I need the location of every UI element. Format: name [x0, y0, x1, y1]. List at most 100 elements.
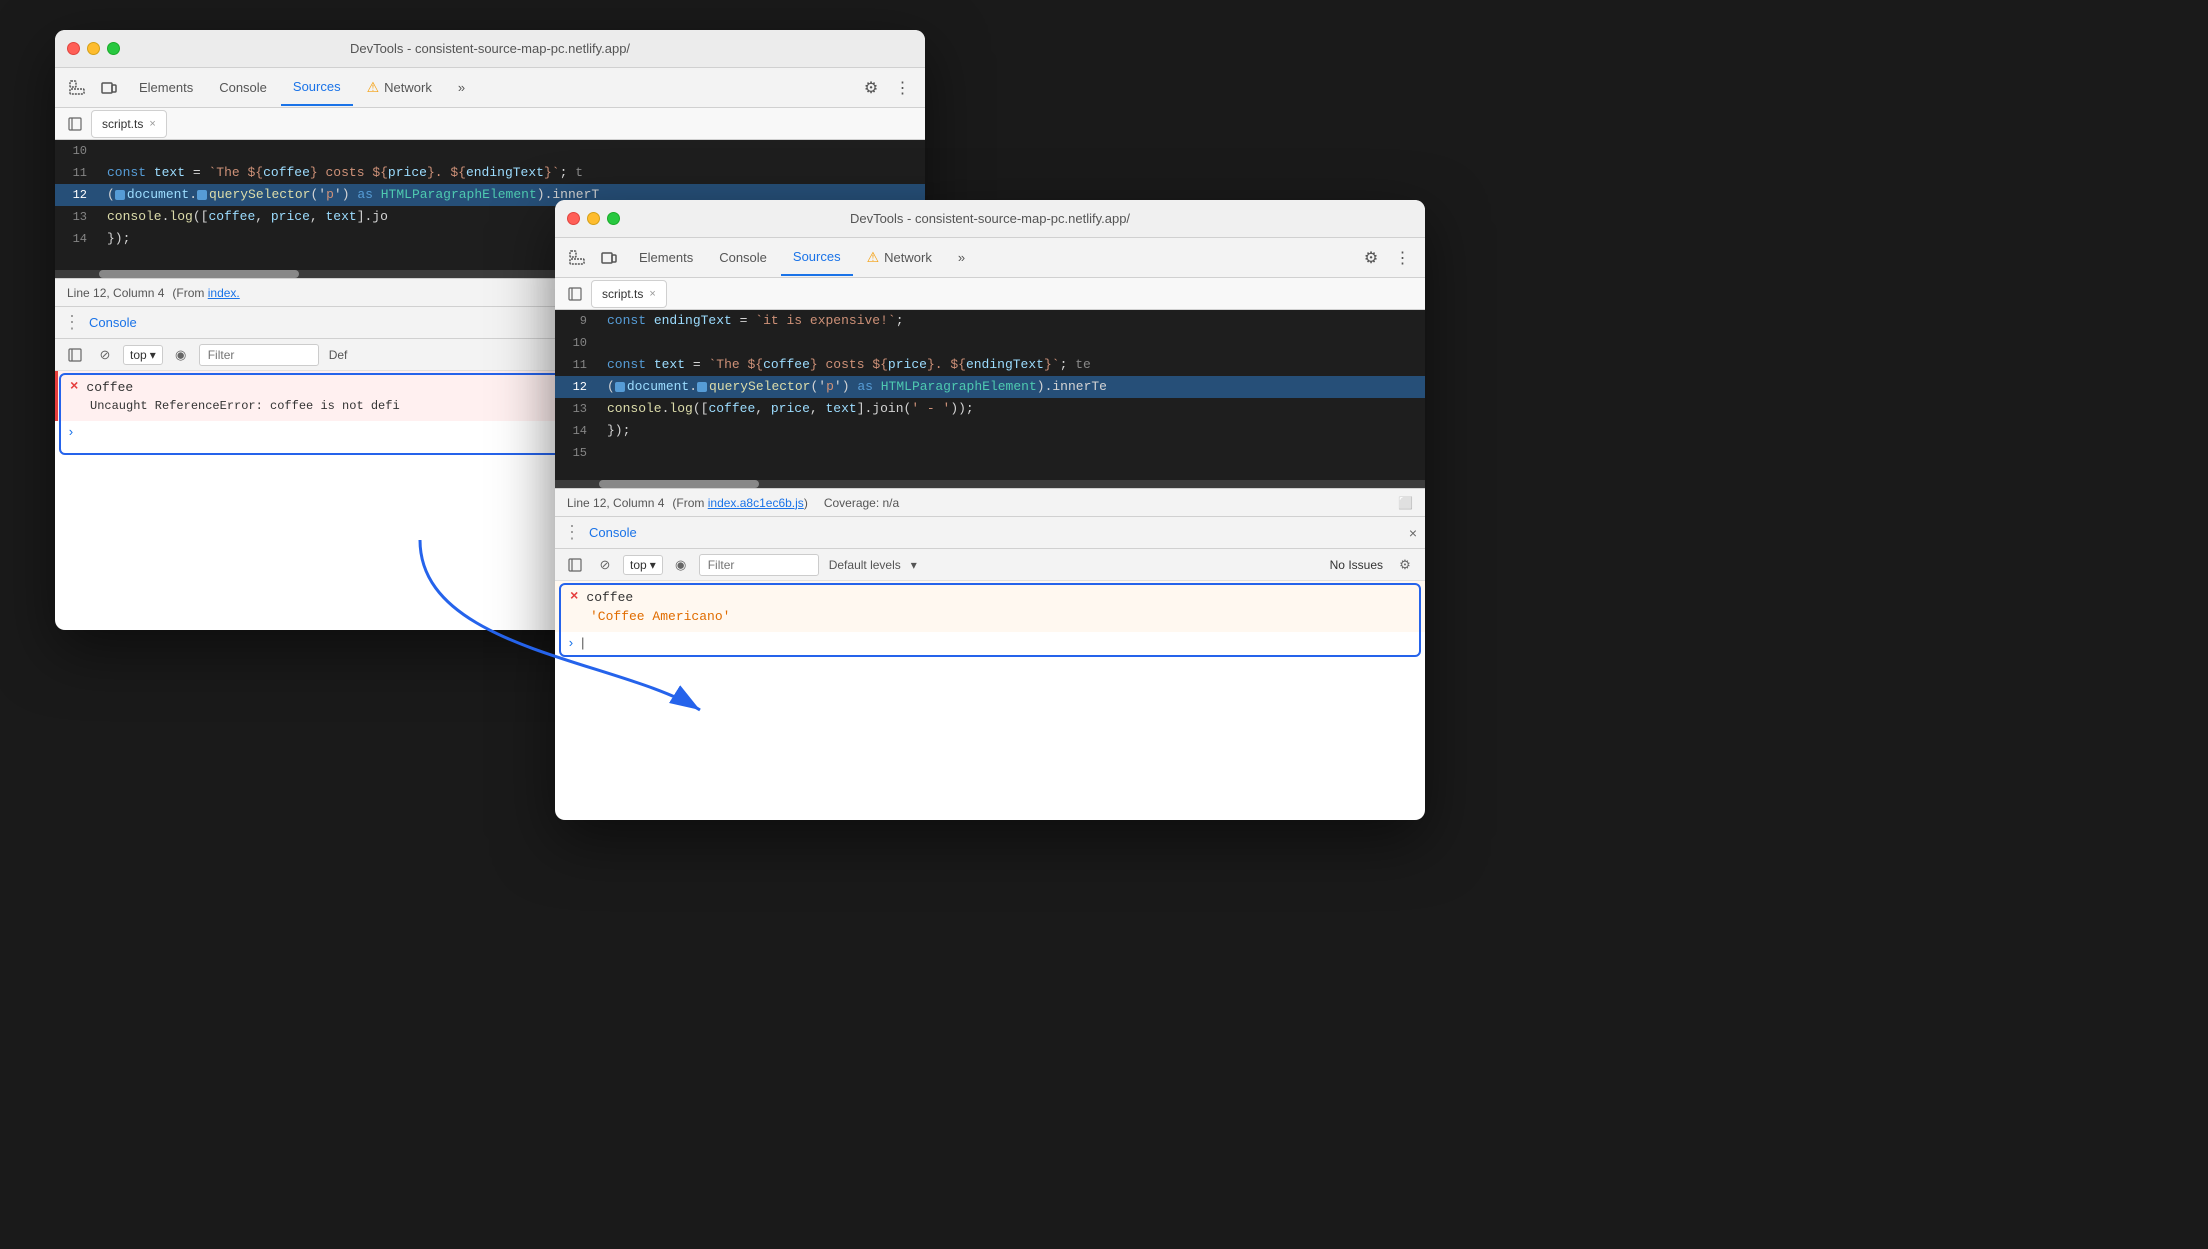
line-num-14-back: 14 — [55, 228, 99, 250]
traffic-light-green-back[interactable] — [107, 42, 120, 55]
code-area-front: 9 const endingText = `it is expensive!`;… — [555, 310, 1425, 480]
settings-icon-front[interactable]: ⚙ — [1357, 244, 1385, 272]
from-text-back: (From index. — [172, 286, 239, 300]
network-warn-icon-front: ⚠ — [867, 249, 880, 266]
code-line-11-back: 11 const text = `The ${coffee} costs ${p… — [55, 162, 925, 184]
inspect-icon-back[interactable] — [63, 74, 91, 102]
error-x-icon-back: × — [70, 379, 78, 395]
tab-console-back[interactable]: Console — [207, 70, 279, 106]
source-link-back[interactable]: index. — [208, 286, 240, 300]
tab-network-back[interactable]: ⚠ Network — [355, 70, 444, 106]
prompt-arrow-front: › — [567, 636, 575, 651]
from-label-front: (From index.a8c1ec6b.js) — [672, 496, 807, 510]
console-clear-icon-front[interactable]: ⊘ — [593, 553, 617, 577]
more-options-icon-back[interactable]: ⋮ — [889, 74, 917, 102]
code-line-9-front: 9 const endingText = `it is expensive!`; — [555, 310, 1425, 332]
tab-elements-back[interactable]: Elements — [127, 70, 205, 106]
success-value-text-front: 'Coffee Americano' — [590, 609, 730, 624]
success-header-front: × coffee — [570, 589, 1413, 605]
file-tab-bar-front: script.ts × — [555, 278, 1425, 310]
devtools-toolbar-back: Elements Console Sources ⚠ Network » ⚙ ⋮ — [55, 68, 925, 108]
source-link-front[interactable]: index.a8c1ec6b.js — [708, 496, 804, 510]
screenshot-icon-front[interactable]: ⬜ — [1398, 496, 1413, 510]
sidebar-expand-icon-back[interactable] — [63, 112, 87, 136]
tab-sources-back[interactable]: Sources — [281, 70, 353, 106]
line-num-12-front: 12 — [555, 376, 599, 398]
scrollbar-thumb-back — [99, 270, 299, 278]
traffic-light-yellow-front[interactable] — [587, 212, 600, 225]
file-tab-close-front[interactable]: × — [649, 288, 655, 300]
console-close-icon-front[interactable]: × — [1409, 525, 1417, 541]
console-eye-icon-front[interactable]: ◉ — [669, 553, 693, 577]
file-tab-name-front: script.ts — [602, 287, 643, 301]
file-tab-close-back[interactable]: × — [149, 118, 155, 130]
code-line-13-front: 13 console.log([coffee, price, text].joi… — [555, 398, 1425, 420]
prompt-cursor-front: | — [579, 636, 587, 651]
console-prompt-front[interactable]: › | — [555, 632, 1425, 655]
line-content-11-back: const text = `The ${coffee} costs ${pric… — [99, 162, 925, 184]
code-line-12-front: 12 (document.querySelector('p') as HTMLP… — [555, 376, 1425, 398]
no-issues-label-front: No Issues — [1330, 558, 1383, 572]
console-clear-icon-back[interactable]: ⊘ — [93, 343, 117, 367]
console-context-dropdown-front[interactable]: top ▾ — [623, 555, 663, 575]
console-sidebar-icon-back[interactable] — [63, 343, 87, 367]
devtools-window-front: DevTools - consistent-source-map-pc.netl… — [555, 200, 1425, 820]
console-filter-input-back[interactable] — [199, 344, 319, 366]
tab-console-front[interactable]: Console — [707, 240, 779, 276]
default-levels-front: Default levels — [829, 558, 901, 572]
chevron-default-levels-front: ▾ — [911, 558, 917, 572]
file-tab-script-front[interactable]: script.ts × — [591, 280, 667, 308]
tab-elements-front[interactable]: Elements — [627, 240, 705, 276]
success-value-front: 'Coffee Americano' — [570, 609, 1413, 624]
traffic-light-red-front[interactable] — [567, 212, 580, 225]
traffic-light-red-back[interactable] — [67, 42, 80, 55]
sidebar-expand-icon-front[interactable] — [563, 282, 587, 306]
window-title-front: DevTools - consistent-source-map-pc.netl… — [850, 211, 1130, 226]
line-num-13-front: 13 — [555, 398, 599, 420]
line-num-13-back: 13 — [55, 206, 99, 228]
network-warn-icon-back: ⚠ — [367, 79, 380, 96]
tab-more-front[interactable]: » — [946, 240, 977, 276]
window-title-back: DevTools - consistent-source-map-pc.netl… — [350, 41, 630, 56]
error-title-back: coffee — [86, 380, 133, 395]
tab-sources-front[interactable]: Sources — [781, 240, 853, 276]
traffic-light-green-front[interactable] — [607, 212, 620, 225]
cursor-position-front: Line 12, Column 4 — [567, 496, 664, 510]
line-num-11-front: 11 — [555, 354, 599, 376]
line-num-14-front: 14 — [555, 420, 599, 442]
device-toggle-icon-front[interactable] — [595, 244, 623, 272]
success-x-icon-front: × — [570, 589, 578, 605]
scrollbar-thumb-front — [599, 480, 759, 488]
console-more-icon-front[interactable]: ⋮ — [563, 522, 581, 543]
console-panel-front: ⋮ Console × ⊘ top ▾ ◉ Default levels ▾ N… — [555, 516, 1425, 655]
console-context-dropdown-back[interactable]: top ▾ — [123, 345, 163, 365]
console-settings-icon-front[interactable]: ⚙ — [1393, 553, 1417, 577]
settings-icon-back[interactable]: ⚙ — [857, 74, 885, 102]
file-tab-script-back[interactable]: script.ts × — [91, 110, 167, 138]
console-eye-icon-back[interactable]: ◉ — [169, 343, 193, 367]
traffic-light-yellow-back[interactable] — [87, 42, 100, 55]
tab-network-front[interactable]: ⚠ Network — [855, 240, 944, 276]
toolbar-right-front: ⚙ ⋮ — [1357, 244, 1417, 272]
console-filter-input-front[interactable] — [699, 554, 819, 576]
console-content-front: × coffee 'Coffee Americano' › | — [555, 581, 1425, 655]
line-num-9-front: 9 — [555, 310, 599, 332]
toolbar-right-back: ⚙ ⋮ — [857, 74, 917, 102]
line-content-9-front: const endingText = `it is expensive!`; — [599, 310, 1425, 332]
code-line-14-front: 14 }); — [555, 420, 1425, 442]
line-content-14-front: }); — [599, 420, 1425, 442]
console-sidebar-icon-front[interactable] — [563, 553, 587, 577]
title-bar-back: DevTools - consistent-source-map-pc.netl… — [55, 30, 925, 68]
line-num-10-back: 10 — [55, 140, 99, 162]
device-toggle-icon-back[interactable] — [95, 74, 123, 102]
more-options-icon-front[interactable]: ⋮ — [1389, 244, 1417, 272]
inspect-icon-front[interactable] — [563, 244, 591, 272]
tab-list-front: Elements Console Sources ⚠ Network » — [627, 240, 1353, 276]
console-title-front[interactable]: Console — [589, 525, 637, 540]
code-scrollbar-front[interactable] — [555, 480, 1425, 488]
console-more-icon-back[interactable]: ⋮ — [63, 312, 81, 333]
tab-more-back[interactable]: » — [446, 70, 477, 106]
line-num-10-front: 10 — [555, 332, 599, 354]
line-num-12-back: 12 — [55, 184, 99, 206]
console-title-back[interactable]: Console — [89, 315, 137, 330]
